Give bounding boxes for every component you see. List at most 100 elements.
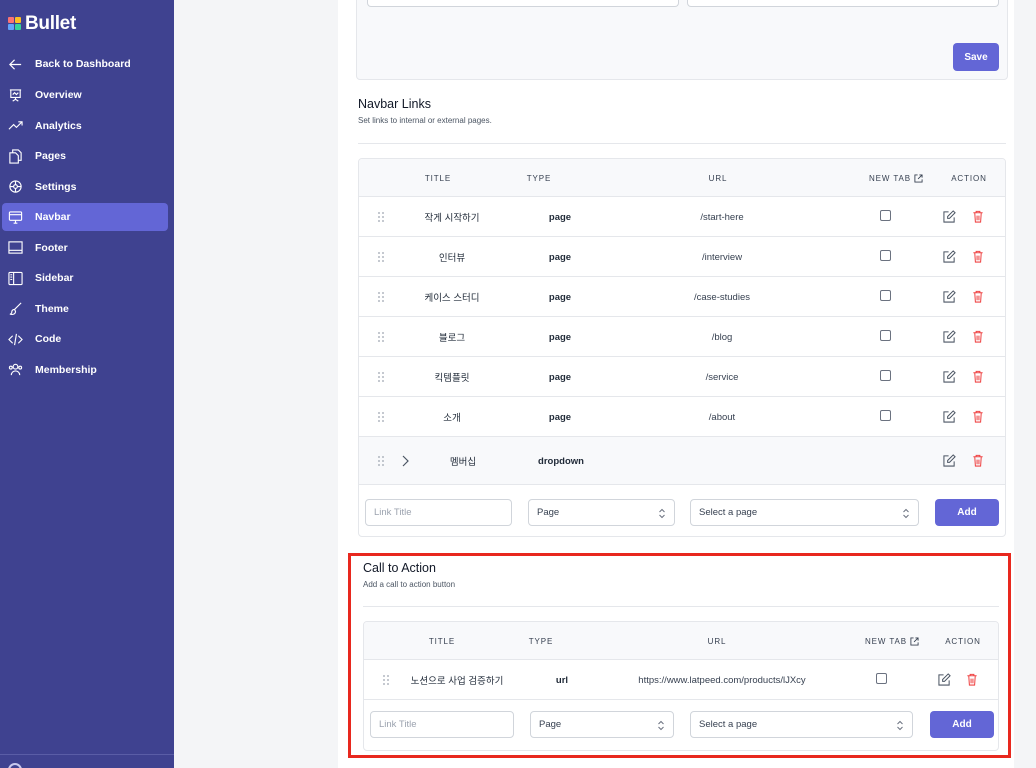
sidebar-icon — [8, 271, 23, 285]
sidebar-item-label: Back to Dashboard — [35, 58, 131, 70]
header-title: TITLE — [424, 173, 452, 183]
trash-icon[interactable] — [972, 330, 984, 343]
new-tab-checkbox[interactable] — [880, 370, 891, 381]
add-link-button[interactable]: Add — [935, 499, 999, 526]
sidebar-item-sidebar[interactable]: Sidebar — [2, 264, 168, 292]
app-name: Bullet — [25, 13, 76, 34]
table-row: 블로그 page /blog — [359, 317, 1005, 357]
drag-handle-icon[interactable] — [377, 251, 385, 263]
row-title: 인터뷰 — [438, 253, 466, 264]
brand[interactable]: Bullet — [8, 13, 76, 35]
new-tab-checkbox[interactable] — [880, 210, 891, 221]
new-tab-checkbox[interactable] — [876, 673, 887, 684]
trash-icon[interactable] — [966, 673, 978, 686]
new-tab-checkbox[interactable] — [880, 250, 891, 261]
edit-icon[interactable] — [943, 290, 956, 303]
sidebar-item-label: Membership — [35, 363, 97, 376]
sidebar-item-settings[interactable]: Settings — [2, 173, 168, 201]
settings-input-left[interactable] — [367, 0, 679, 7]
sidebar-item-navbar[interactable]: Navbar — [2, 203, 168, 231]
header-new-tab-label: NEW TAB — [864, 636, 908, 646]
help-icon[interactable] — [8, 763, 22, 768]
row-type: page — [548, 411, 572, 423]
type-select[interactable]: Page — [528, 499, 675, 526]
save-button[interactable]: Save — [953, 43, 999, 71]
sidebar-item-analytics[interactable]: Analytics — [2, 112, 168, 140]
drag-handle-icon[interactable] — [377, 291, 385, 303]
sidebar-item-code[interactable]: Code — [2, 325, 168, 353]
back-to-dashboard-link[interactable]: Back to Dashboard — [2, 50, 168, 78]
new-tab-checkbox[interactable] — [880, 290, 891, 301]
add-cta-button[interactable]: Add — [930, 711, 994, 738]
header-action: ACTION — [945, 636, 981, 646]
table-header: TITLE TYPE URL NEW TAB ACTION — [359, 159, 1005, 197]
edit-icon[interactable] — [943, 330, 956, 343]
edit-icon[interactable] — [938, 673, 951, 686]
cta-type-select[interactable]: Page — [530, 711, 674, 738]
sidebar-item-label: Footer — [35, 241, 68, 254]
brush-icon — [9, 302, 22, 316]
trash-icon[interactable] — [972, 410, 984, 423]
cta-title: Call to Action — [363, 561, 436, 575]
trash-icon[interactable] — [972, 454, 984, 467]
chevron-right-icon[interactable] — [400, 455, 410, 467]
sidebar-item-theme[interactable]: Theme — [2, 295, 168, 323]
row-type: dropdown — [538, 455, 584, 467]
sidebar-item-label: Code — [35, 333, 62, 345]
row-type: page — [548, 251, 572, 263]
row-title: 노션으로 사업 검증하기 — [410, 676, 504, 687]
header-new-tab: NEW TAB — [865, 622, 919, 660]
trash-icon[interactable] — [972, 370, 984, 383]
trash-icon[interactable] — [972, 250, 984, 263]
edit-icon[interactable] — [943, 210, 956, 223]
row-title: 블로그 — [438, 333, 466, 344]
cta-table: TITLE TYPE URL NEW TAB ACTION 노션으로 사업 검증… — [363, 621, 999, 751]
select-arrows-icon — [897, 720, 903, 731]
navbar-links-table: TITLE TYPE URL NEW TAB ACTION 작게 시작하기 pa… — [358, 158, 1006, 537]
row-url: https://www.latpeed.com/products/lJXcy — [638, 674, 806, 686]
main-area: Save Navbar Links Set links to internal … — [174, 0, 1036, 768]
navbar-links-subtitle: Set links to internal or external pages. — [358, 116, 492, 125]
divider — [358, 143, 1006, 144]
cta-page-select[interactable]: Select a page — [690, 711, 913, 738]
row-type: page — [548, 371, 572, 383]
row-url: /case-studies — [694, 291, 750, 303]
sidebar-item-overview[interactable]: Overview — [2, 81, 168, 109]
drag-handle-icon[interactable] — [377, 455, 385, 467]
row-title: 케이스 스터디 — [424, 293, 480, 304]
header-type: TYPE — [526, 173, 552, 183]
sidebar-item-pages[interactable]: Pages — [2, 142, 168, 170]
sidebar-item-membership[interactable]: Membership — [2, 356, 168, 384]
new-tab-checkbox[interactable] — [880, 410, 891, 421]
drag-handle-icon[interactable] — [377, 211, 385, 223]
settings-input-right[interactable] — [687, 0, 999, 7]
sidebar-item-label: Analytics — [35, 119, 82, 132]
sidebar-item-label: Pages — [35, 150, 66, 162]
drag-handle-icon[interactable] — [377, 371, 385, 383]
header-new-tab-label: NEW TAB — [868, 173, 912, 183]
new-tab-checkbox[interactable] — [880, 330, 891, 341]
monitor-icon — [8, 210, 23, 224]
footer-icon — [8, 241, 23, 254]
sidebar-item-label: Sidebar — [35, 272, 74, 284]
edit-icon[interactable] — [943, 370, 956, 383]
sidebar-item-label: Settings — [35, 180, 77, 193]
trash-icon[interactable] — [972, 210, 984, 223]
link-title-input[interactable]: Link Title — [365, 499, 512, 526]
header-new-tab: NEW TAB — [869, 159, 923, 197]
edit-icon[interactable] — [943, 250, 956, 263]
header-url: URL — [708, 173, 728, 183]
table-row: 소개 page /about — [359, 397, 1005, 437]
page-select[interactable]: Select a page — [690, 499, 919, 526]
trash-icon[interactable] — [972, 290, 984, 303]
edit-icon[interactable] — [943, 454, 956, 467]
divider — [363, 606, 999, 607]
trending-up-icon — [8, 121, 23, 130]
row-title: 킥템플릿 — [434, 373, 470, 384]
cta-link-title-input[interactable]: Link Title — [370, 711, 514, 738]
sidebar-item-footer[interactable]: Footer — [2, 234, 168, 262]
drag-handle-icon[interactable] — [377, 331, 385, 343]
drag-handle-icon[interactable] — [377, 411, 385, 423]
edit-icon[interactable] — [943, 410, 956, 423]
drag-handle-icon[interactable] — [382, 674, 390, 686]
